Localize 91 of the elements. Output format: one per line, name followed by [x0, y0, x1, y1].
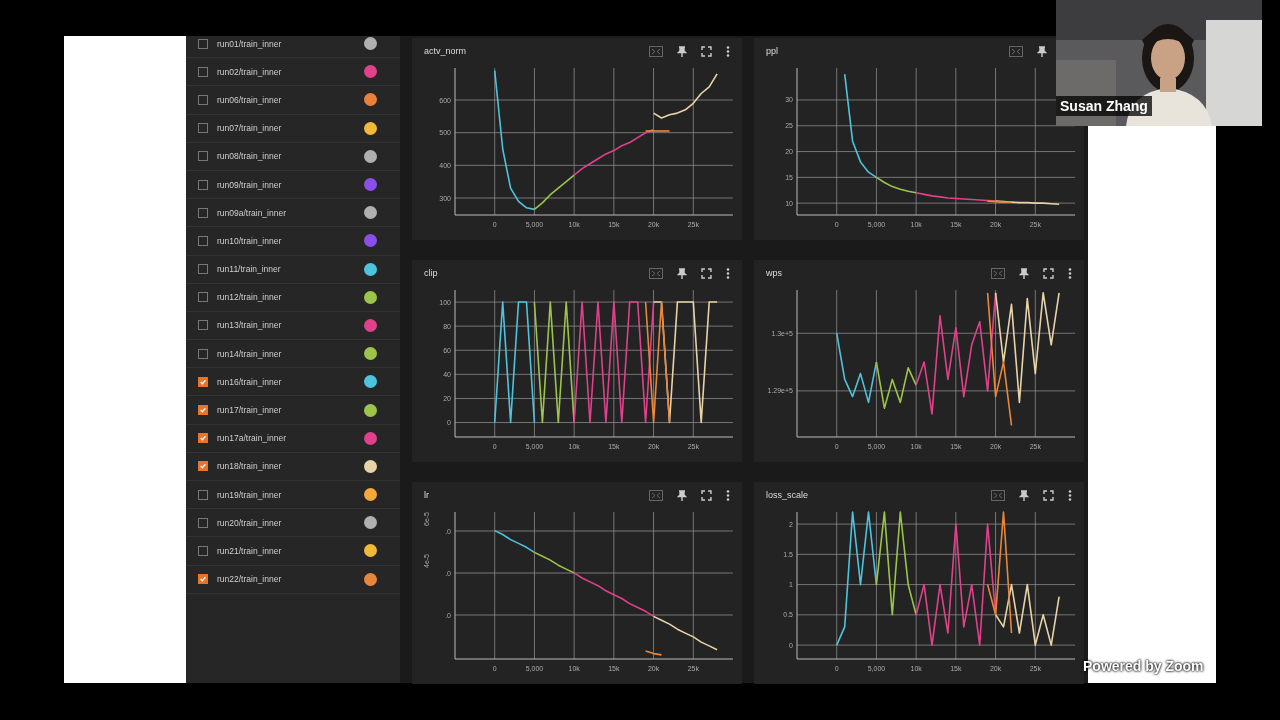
series-line: [652, 73, 718, 119]
checkbox[interactable]: [198, 517, 208, 528]
color-dot[interactable]: [364, 93, 377, 107]
fit-icon[interactable]: [649, 267, 663, 279]
color-dot[interactable]: [364, 516, 377, 530]
run-name: run17a/train_inner: [217, 433, 287, 444]
checkbox[interactable]: [198, 94, 208, 105]
checkbox[interactable]: [198, 264, 208, 275]
color-dot[interactable]: [364, 572, 377, 586]
color-dot[interactable]: [364, 544, 377, 558]
checkbox[interactable]: [198, 235, 208, 246]
run-name: run09a/train_inner: [217, 207, 287, 218]
chart-title: loss_scale: [766, 490, 809, 500]
pin-icon[interactable]: [677, 489, 687, 501]
color-dot[interactable]: [364, 290, 377, 304]
fullscreen-icon[interactable]: [701, 45, 712, 57]
run-name: run14/train_inner: [217, 348, 283, 359]
fullscreen-icon[interactable]: [1043, 267, 1054, 279]
color-dot[interactable]: [364, 375, 377, 389]
color-dot[interactable]: [364, 403, 377, 417]
participant-name: Susan Zhang: [1056, 96, 1152, 116]
checkbox[interactable]: [198, 348, 208, 359]
color-dot[interactable]: [364, 178, 377, 192]
run-name: run20/train_inner: [217, 517, 283, 528]
run-name: run18/train_inner: [217, 461, 283, 472]
color-dot[interactable]: [364, 347, 377, 361]
more-icon[interactable]: [1068, 489, 1072, 501]
fit-icon[interactable]: [649, 45, 663, 57]
color-dot[interactable]: [364, 206, 377, 220]
color-dot[interactable]: [364, 262, 377, 276]
checkbox[interactable]: [198, 151, 208, 162]
more-icon[interactable]: [726, 267, 730, 279]
fit-icon[interactable]: [1009, 45, 1023, 57]
more-icon[interactable]: [726, 45, 730, 57]
run-name: run06/train_inner: [217, 94, 283, 105]
color-dot[interactable]: [364, 37, 377, 51]
more-icon[interactable]: [726, 489, 730, 501]
checkbox[interactable]: [198, 179, 208, 190]
run-name: run08/train_inner: [217, 151, 283, 162]
run-name: run17/train_inner: [217, 405, 283, 416]
pin-icon[interactable]: [1019, 267, 1029, 279]
color-dot[interactable]: [364, 121, 377, 135]
color-dot[interactable]: [364, 488, 377, 502]
checkbox[interactable]: [198, 433, 208, 444]
run-name: run10/train_inner: [217, 235, 283, 246]
checkbox[interactable]: [198, 489, 208, 500]
fit-icon[interactable]: [991, 267, 1005, 279]
color-dot[interactable]: [364, 431, 377, 445]
chart-title: actv_norm: [424, 46, 467, 56]
color-dot[interactable]: [364, 318, 377, 332]
checkbox[interactable]: [198, 461, 208, 472]
fullscreen-icon[interactable]: [701, 267, 712, 279]
color-dot[interactable]: [364, 459, 377, 473]
pin-icon[interactable]: [677, 45, 687, 57]
color-dot[interactable]: [364, 65, 377, 79]
color-dot[interactable]: [364, 149, 377, 163]
chart-title: clip: [424, 268, 438, 278]
more-icon[interactable]: [1068, 267, 1072, 279]
checkbox[interactable]: [198, 38, 208, 49]
run-name: run12/train_inner: [217, 292, 283, 303]
run-name: run11/train_inner: [217, 264, 282, 275]
checkbox[interactable]: [198, 545, 208, 556]
color-dot[interactable]: [364, 234, 377, 248]
checkbox[interactable]: [198, 376, 208, 387]
checkbox[interactable]: [198, 66, 208, 77]
checkbox[interactable]: [198, 574, 208, 585]
run-name: run01/train_inner: [217, 38, 283, 49]
pin-icon[interactable]: [1019, 489, 1029, 501]
checkbox[interactable]: [198, 292, 208, 303]
run-name: run09/train_inner: [217, 179, 283, 190]
run-name: run22/train_inner: [217, 574, 283, 585]
checkbox[interactable]: [198, 123, 208, 134]
chart-title: wps: [766, 268, 782, 278]
fit-icon[interactable]: [991, 489, 1005, 501]
run-name: run13/train_inner: [217, 320, 283, 331]
series-line: [493, 529, 536, 554]
checkbox[interactable]: [198, 405, 208, 416]
run-name: run16/train_inner: [217, 376, 283, 387]
run-name: run21/train_inner: [217, 545, 283, 556]
run-name: run07/train_inner: [217, 123, 283, 134]
run-name: run19/train_inner: [217, 489, 283, 500]
run-name: run02/train_inner: [217, 66, 283, 77]
checkbox[interactable]: [198, 320, 208, 331]
chart-title: ppl: [766, 46, 778, 56]
fit-icon[interactable]: [649, 489, 663, 501]
checkbox[interactable]: [198, 207, 208, 218]
fullscreen-icon[interactable]: [701, 489, 712, 501]
pin-icon[interactable]: [677, 267, 687, 279]
pin-icon[interactable]: [1037, 45, 1047, 57]
chart-title: lr: [424, 490, 429, 500]
fullscreen-icon[interactable]: [1043, 489, 1054, 501]
